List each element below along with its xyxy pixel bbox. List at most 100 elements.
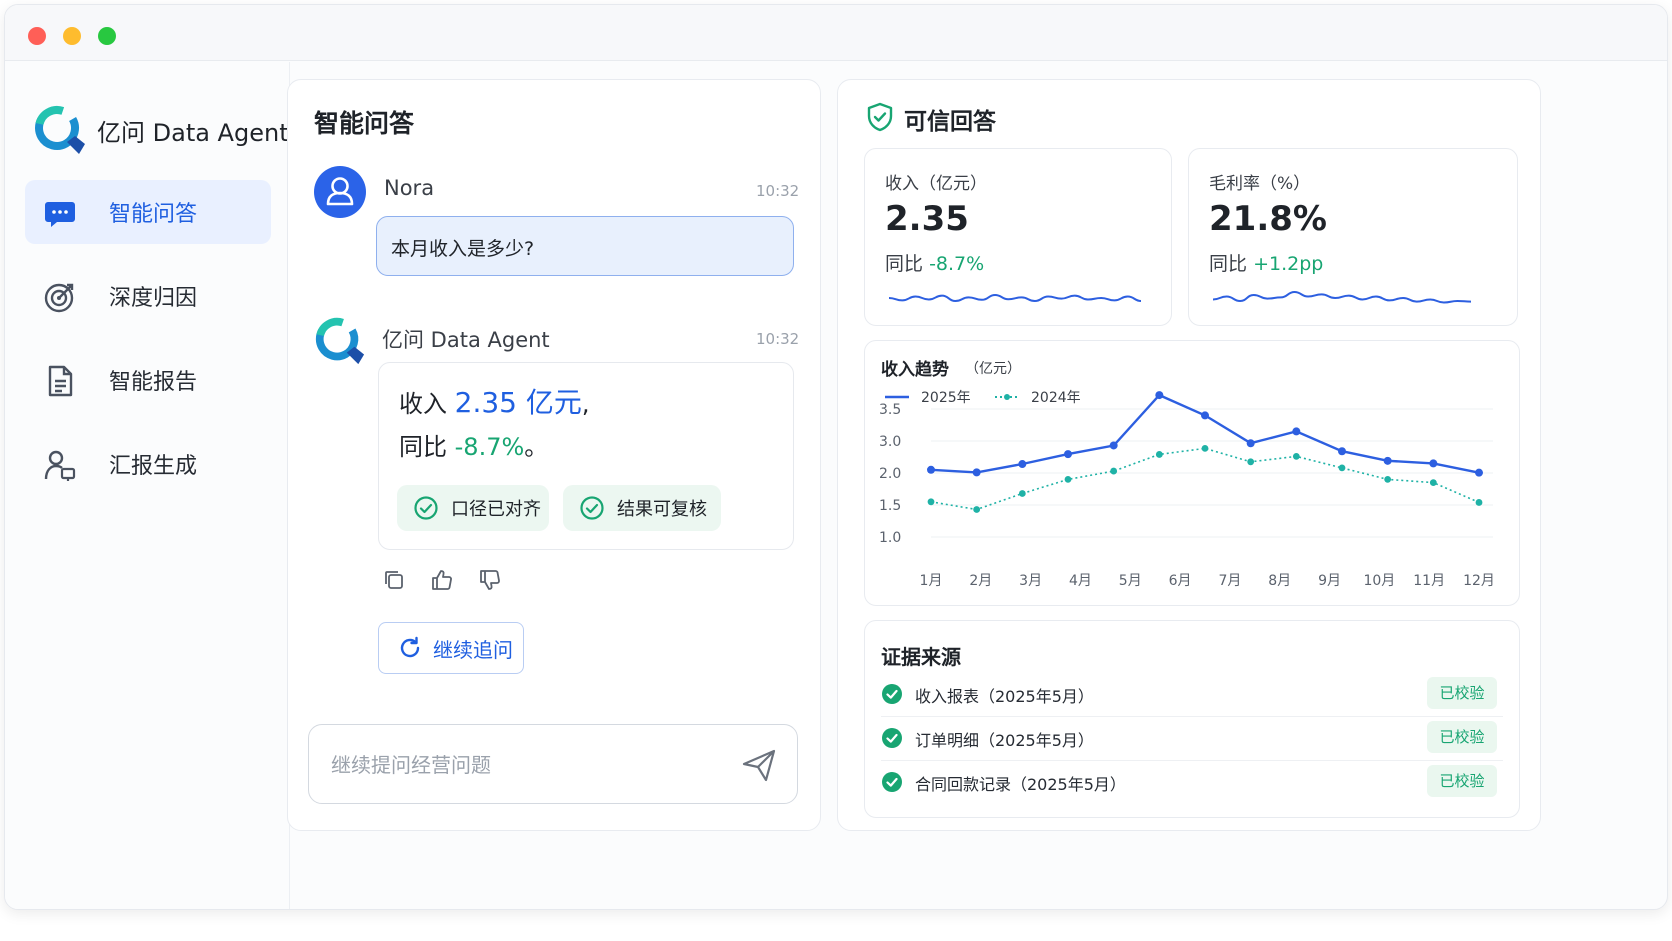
chat-panel-title: 智能问答	[314, 109, 415, 138]
data-point-2024年	[1018, 490, 1026, 497]
x-tick-label: 2月	[969, 573, 992, 589]
data-point-2025年	[1246, 439, 1255, 448]
user-avatar	[314, 166, 366, 218]
kpi-label: 收入（亿元）	[885, 174, 987, 194]
x-tick-label: 6月	[1169, 573, 1192, 589]
refresh-icon	[400, 636, 420, 658]
evidence-title: 证据来源	[881, 645, 961, 669]
x-tick-label: 8月	[1268, 573, 1291, 589]
series-line-2025年	[930, 393, 1480, 474]
evidence-card: 证据来源 收入报表（2025年5月） 已校验 订单明细（2025年5月） 已校验	[864, 620, 1520, 818]
x-tick-label: 4月	[1069, 573, 1092, 589]
kpi-yoy-label: 同比	[1209, 253, 1248, 275]
data-point-2024年	[1155, 451, 1163, 458]
data-point-2025年	[1429, 459, 1438, 468]
chip-caliber-aligned: 口径已对齐	[397, 485, 549, 531]
chat-panel: 智能问答 Nora 10:32 本月收入是多少? 亿问 Data Agent 1…	[287, 79, 821, 831]
data-point-2025年	[1109, 441, 1118, 450]
maximize-window-button[interactable]	[98, 27, 116, 45]
x-tick-label: 3月	[1019, 573, 1042, 589]
trend-title: 收入趋势	[881, 360, 949, 380]
kpi-card-revenue: 收入（亿元） 2.35 同比 -8.7%	[864, 148, 1172, 326]
evidence-item[interactable]: 合同回款记录（2025年5月） 已校验	[881, 761, 1503, 805]
kpi-yoy-label: 同比	[885, 253, 924, 275]
trend-unit: （亿元）	[965, 361, 1021, 377]
data-point-2025年	[1064, 450, 1072, 459]
data-point-2025年	[1018, 460, 1027, 469]
close-window-button[interactable]	[28, 27, 46, 45]
sidebar-item-deep-attribution[interactable]: 深度归因	[25, 264, 271, 328]
revenue-trend-card: 3.5 3.0 2.0 1.5 1.0 1月 2月 3月 4月 5月 6月 7月 8月 9月 10月 11月 1…	[864, 340, 1520, 606]
sidebar-item-smart-report[interactable]: 智能报告	[25, 348, 271, 412]
copy-icon[interactable]	[382, 568, 406, 592]
answer-revenue-suffix: ,	[581, 390, 590, 418]
chat-input[interactable]	[331, 747, 721, 783]
kpi-yoy-value: +1.2pp	[1253, 253, 1324, 275]
data-point-2024年	[927, 498, 935, 506]
data-point-2025年	[1475, 468, 1483, 477]
data-point-2025年	[927, 465, 935, 474]
answer-yoy-suffix: 。	[524, 433, 549, 461]
kpi-value: 2.35	[885, 199, 969, 239]
y-tick-label: 3.5	[879, 402, 901, 418]
evidence-item[interactable]: 收入报表（2025年5月） 已校验	[881, 673, 1503, 717]
user-icon	[326, 177, 354, 206]
x-tick-label: 1月	[920, 573, 943, 589]
sparkline-path	[1213, 290, 1471, 304]
trusted-answer-panel: 可信回答 收入（亿元） 2.35 同比 -8.7% 毛利率（%） 21.8% 同…	[837, 79, 1541, 831]
y-tick-label: 2.0	[879, 466, 901, 482]
trusted-answer-title: 可信回答	[904, 109, 996, 135]
sidebar-item-label: 汇报生成	[109, 454, 198, 479]
x-tick-label: 9月	[1318, 573, 1341, 589]
data-point-2024年	[1292, 452, 1300, 460]
sidebar-item-label: 智能问答	[109, 202, 198, 227]
kpi-yoy-value: -8.7%	[929, 253, 985, 275]
agent-message-time: 10:32	[756, 330, 800, 348]
answer-yoy-value: -8.7%	[454, 433, 525, 461]
sidebar-item-smart-qa[interactable]: 智能问答	[25, 180, 271, 244]
evidence-item[interactable]: 订单明细（2025年5月） 已校验	[881, 717, 1503, 761]
revenue-trend-chart: 3.5 3.0 2.0 1.5 1.0 1月 2月 3月 4月 5月 6月 7月 8月 9月 10月 11月 1…	[879, 390, 1495, 589]
sparkline-path	[889, 293, 1141, 303]
app-window: 亿问 Data Agent 智能问答 深度归因 智能报告 汇报生成 智能问答 N…	[4, 4, 1668, 910]
presenter-icon	[44, 450, 76, 481]
data-point-2024年	[1110, 467, 1118, 475]
kpi-value: 21.8%	[1209, 199, 1327, 239]
sidebar-item-report-generation[interactable]: 汇报生成	[25, 432, 271, 496]
user-message-time: 10:32	[756, 182, 800, 200]
data-point-2024年	[973, 506, 981, 513]
follow-up-button[interactable]: 继续追问	[378, 622, 524, 674]
x-tick-label: 12月	[1463, 573, 1495, 589]
y-tick-label: 1.0	[879, 530, 901, 546]
check-circle-icon	[580, 496, 604, 520]
sidebar: 亿问 Data Agent 智能问答 深度归因 智能报告 汇报生成	[5, 62, 290, 909]
thumbs-up-icon[interactable]	[430, 568, 454, 592]
check-filled-icon	[882, 728, 902, 748]
data-point-2025年	[1292, 427, 1301, 436]
answer-revenue-value: 2.35 亿元	[454, 386, 582, 419]
check-filled-icon	[882, 684, 902, 704]
document-icon	[48, 365, 73, 397]
evidence-label: 合同回款记录（2025年5月）	[915, 775, 1126, 794]
data-point-2025年	[972, 468, 981, 477]
chip-label: 口径已对齐	[451, 499, 541, 520]
chat-input-box	[308, 724, 798, 804]
check-circle-icon	[414, 496, 438, 520]
data-point-2024年	[1247, 458, 1255, 466]
verified-badge: 已校验	[1427, 677, 1497, 709]
shield-check-icon	[867, 102, 893, 132]
data-point-2024年	[1064, 476, 1072, 483]
send-icon[interactable]	[739, 745, 779, 785]
series-line-2024年	[930, 447, 1480, 511]
data-point-2024年	[1475, 499, 1483, 506]
minimize-window-button[interactable]	[63, 27, 81, 45]
gross-margin-sparkline	[1213, 290, 1471, 304]
thumbs-down-icon[interactable]	[478, 568, 502, 592]
kpi-yoy: 同比 -8.7%	[885, 249, 984, 276]
kpi-yoy: 同比 +1.2pp	[1209, 249, 1323, 276]
verified-badge: 已校验	[1427, 765, 1497, 797]
kpi-label: 毛利率（%）	[1209, 174, 1311, 194]
chip-result-verifiable: 结果可复核	[563, 485, 721, 531]
user-name: Nora	[384, 176, 435, 200]
x-tick-label: 7月	[1218, 573, 1241, 589]
